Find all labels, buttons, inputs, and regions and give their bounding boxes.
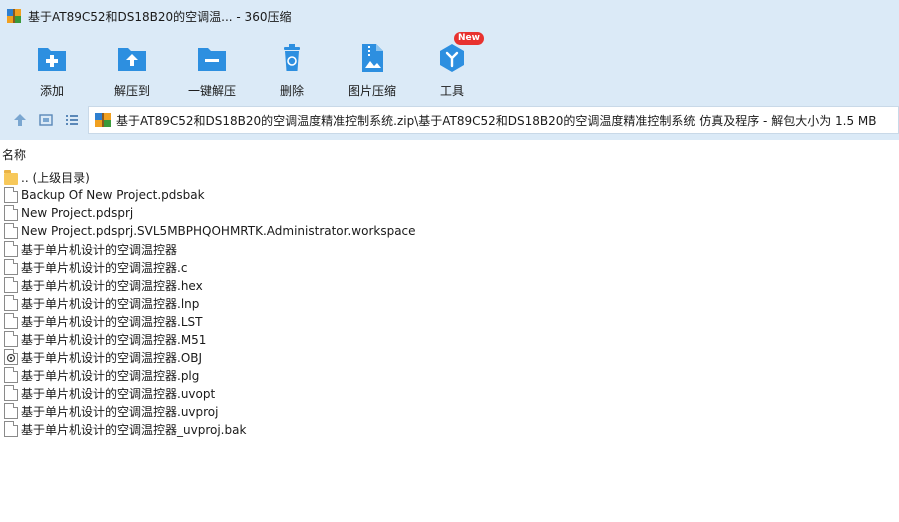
file-name: 基于单片机设计的空调温控器.M51 <box>21 332 207 347</box>
file-icon <box>4 259 18 275</box>
file-icon <box>4 205 18 221</box>
object-file-icon <box>4 349 18 365</box>
file-row[interactable]: 基于单片机设计的空调温控器.hex <box>0 276 899 294</box>
add-button[interactable]: 添加 <box>14 38 90 99</box>
file-row[interactable]: 基于单片机设计的空调温控器.lnp <box>0 294 899 312</box>
file-icon <box>4 277 18 293</box>
file-icon <box>4 331 18 347</box>
file-row[interactable]: 基于单片机设计的空调温控器_uvproj.bak <box>0 420 899 438</box>
file-row[interactable]: New Project.pdsprj.SVL5MBPHQOHMRTK.Admin… <box>0 222 899 240</box>
new-badge: New <box>454 32 484 45</box>
tools-label: 工具 <box>439 84 464 98</box>
file-list: .. (上级目录) Backup Of New Project.pdsbak New… <box>0 168 899 438</box>
file-row[interactable]: 基于单片机设计的空调温控器.uvopt <box>0 384 899 402</box>
extract-to-label: 解压到 <box>113 84 150 98</box>
file-row[interactable]: 基于单片机设计的空调温控器.LST <box>0 312 899 330</box>
file-row[interactable]: New Project.pdsprj <box>0 204 899 222</box>
up-arrow-icon[interactable] <box>12 112 28 128</box>
file-icon <box>4 313 18 329</box>
file-name: 基于单片机设计的空调温控器_uvproj.bak <box>21 422 247 437</box>
file-name: 基于单片机设计的空调温控器.plg <box>21 368 200 383</box>
tools-button[interactable]: 工具 <box>414 38 490 99</box>
file-name: 基于单片机设计的空调温控器.OBJ <box>21 350 203 365</box>
add-label: 添加 <box>39 84 64 98</box>
file-name: 基于单片机设计的空调温控器.hex <box>21 278 203 293</box>
file-icon <box>4 223 18 239</box>
address-bar[interactable]: 基于AT89C52和DS18B20的空调温度精准控制系统.zip\基于AT89C… <box>88 106 899 134</box>
file-row[interactable]: 基于单片机设计的空调温控器.plg <box>0 366 899 384</box>
add-folder-icon <box>32 38 72 78</box>
file-row[interactable]: Backup Of New Project.pdsbak <box>0 186 899 204</box>
file-name: 基于单片机设计的空调温控器.uvproj <box>21 404 219 419</box>
extract-folder-icon <box>112 38 152 78</box>
file-name: New Project.pdsprj <box>21 206 134 220</box>
file-name: 基于单片机设计的空调温控器.lnp <box>21 296 200 311</box>
file-row[interactable]: 基于单片机设计的空调温控器 <box>0 240 899 258</box>
extract-to-button[interactable]: 解压到 <box>94 38 170 99</box>
file-row[interactable]: 基于单片机设计的空调温控器.uvproj <box>0 402 899 420</box>
trash-icon <box>272 38 312 78</box>
one-click-extract-button[interactable]: 一键解压 <box>174 38 250 99</box>
file-name: 基于单片机设计的空调温控器.LST <box>21 314 203 329</box>
file-name: .. (上级目录) <box>21 170 90 185</box>
list-view-icon[interactable] <box>64 112 80 128</box>
file-name: 基于单片机设计的空调温控器.uvopt <box>21 386 216 401</box>
file-icon <box>4 241 18 257</box>
app-logo-icon <box>6 8 22 24</box>
delete-label: 删除 <box>279 84 304 98</box>
file-row[interactable]: .. (上级目录) <box>0 168 899 186</box>
file-icon <box>4 295 18 311</box>
column-name-header[interactable]: 名称 <box>2 146 26 163</box>
thumbnail-view-icon[interactable] <box>38 112 54 128</box>
archive-icon <box>94 111 112 129</box>
file-row[interactable]: 基于单片机设计的空调温控器.M51 <box>0 330 899 348</box>
archive-path: 基于AT89C52和DS18B20的空调温度精准控制系统.zip\基于AT89C… <box>116 113 877 128</box>
file-icon <box>4 403 18 419</box>
quick-extract-folder-icon <box>192 38 232 78</box>
file-name: New Project.pdsprj.SVL5MBPHQOHMRTK.Admin… <box>21 224 416 238</box>
column-header: 名称 <box>0 142 899 166</box>
title-bar: 基于AT89C52和DS18B20的空调温... - 360压缩 <box>0 0 899 32</box>
file-icon <box>4 367 18 383</box>
one-click-extract-label: 一键解压 <box>187 84 236 98</box>
file-name: 基于单片机设计的空调温控器 <box>21 242 178 257</box>
file-icon <box>4 187 18 203</box>
file-name: 基于单片机设计的空调温控器.c <box>21 260 188 275</box>
file-row[interactable]: 基于单片机设计的空调温控器.c <box>0 258 899 276</box>
image-file-icon <box>352 38 392 78</box>
file-row[interactable]: 基于单片机设计的空调温控器.OBJ <box>0 348 899 366</box>
window-title: 基于AT89C52和DS18B20的空调温... - 360压缩 <box>28 9 292 24</box>
image-compress-button[interactable]: 图片压缩 <box>334 38 410 99</box>
delete-button[interactable]: 删除 <box>254 38 330 99</box>
image-compress-label: 图片压缩 <box>347 84 396 98</box>
file-icon <box>4 385 18 401</box>
toolbar: 添加 解压到 一键解压 删除 图片压缩 工具 New <box>0 32 899 100</box>
folder-icon <box>4 170 18 185</box>
file-name: Backup Of New Project.pdsbak <box>21 188 205 202</box>
file-icon <box>4 421 18 437</box>
